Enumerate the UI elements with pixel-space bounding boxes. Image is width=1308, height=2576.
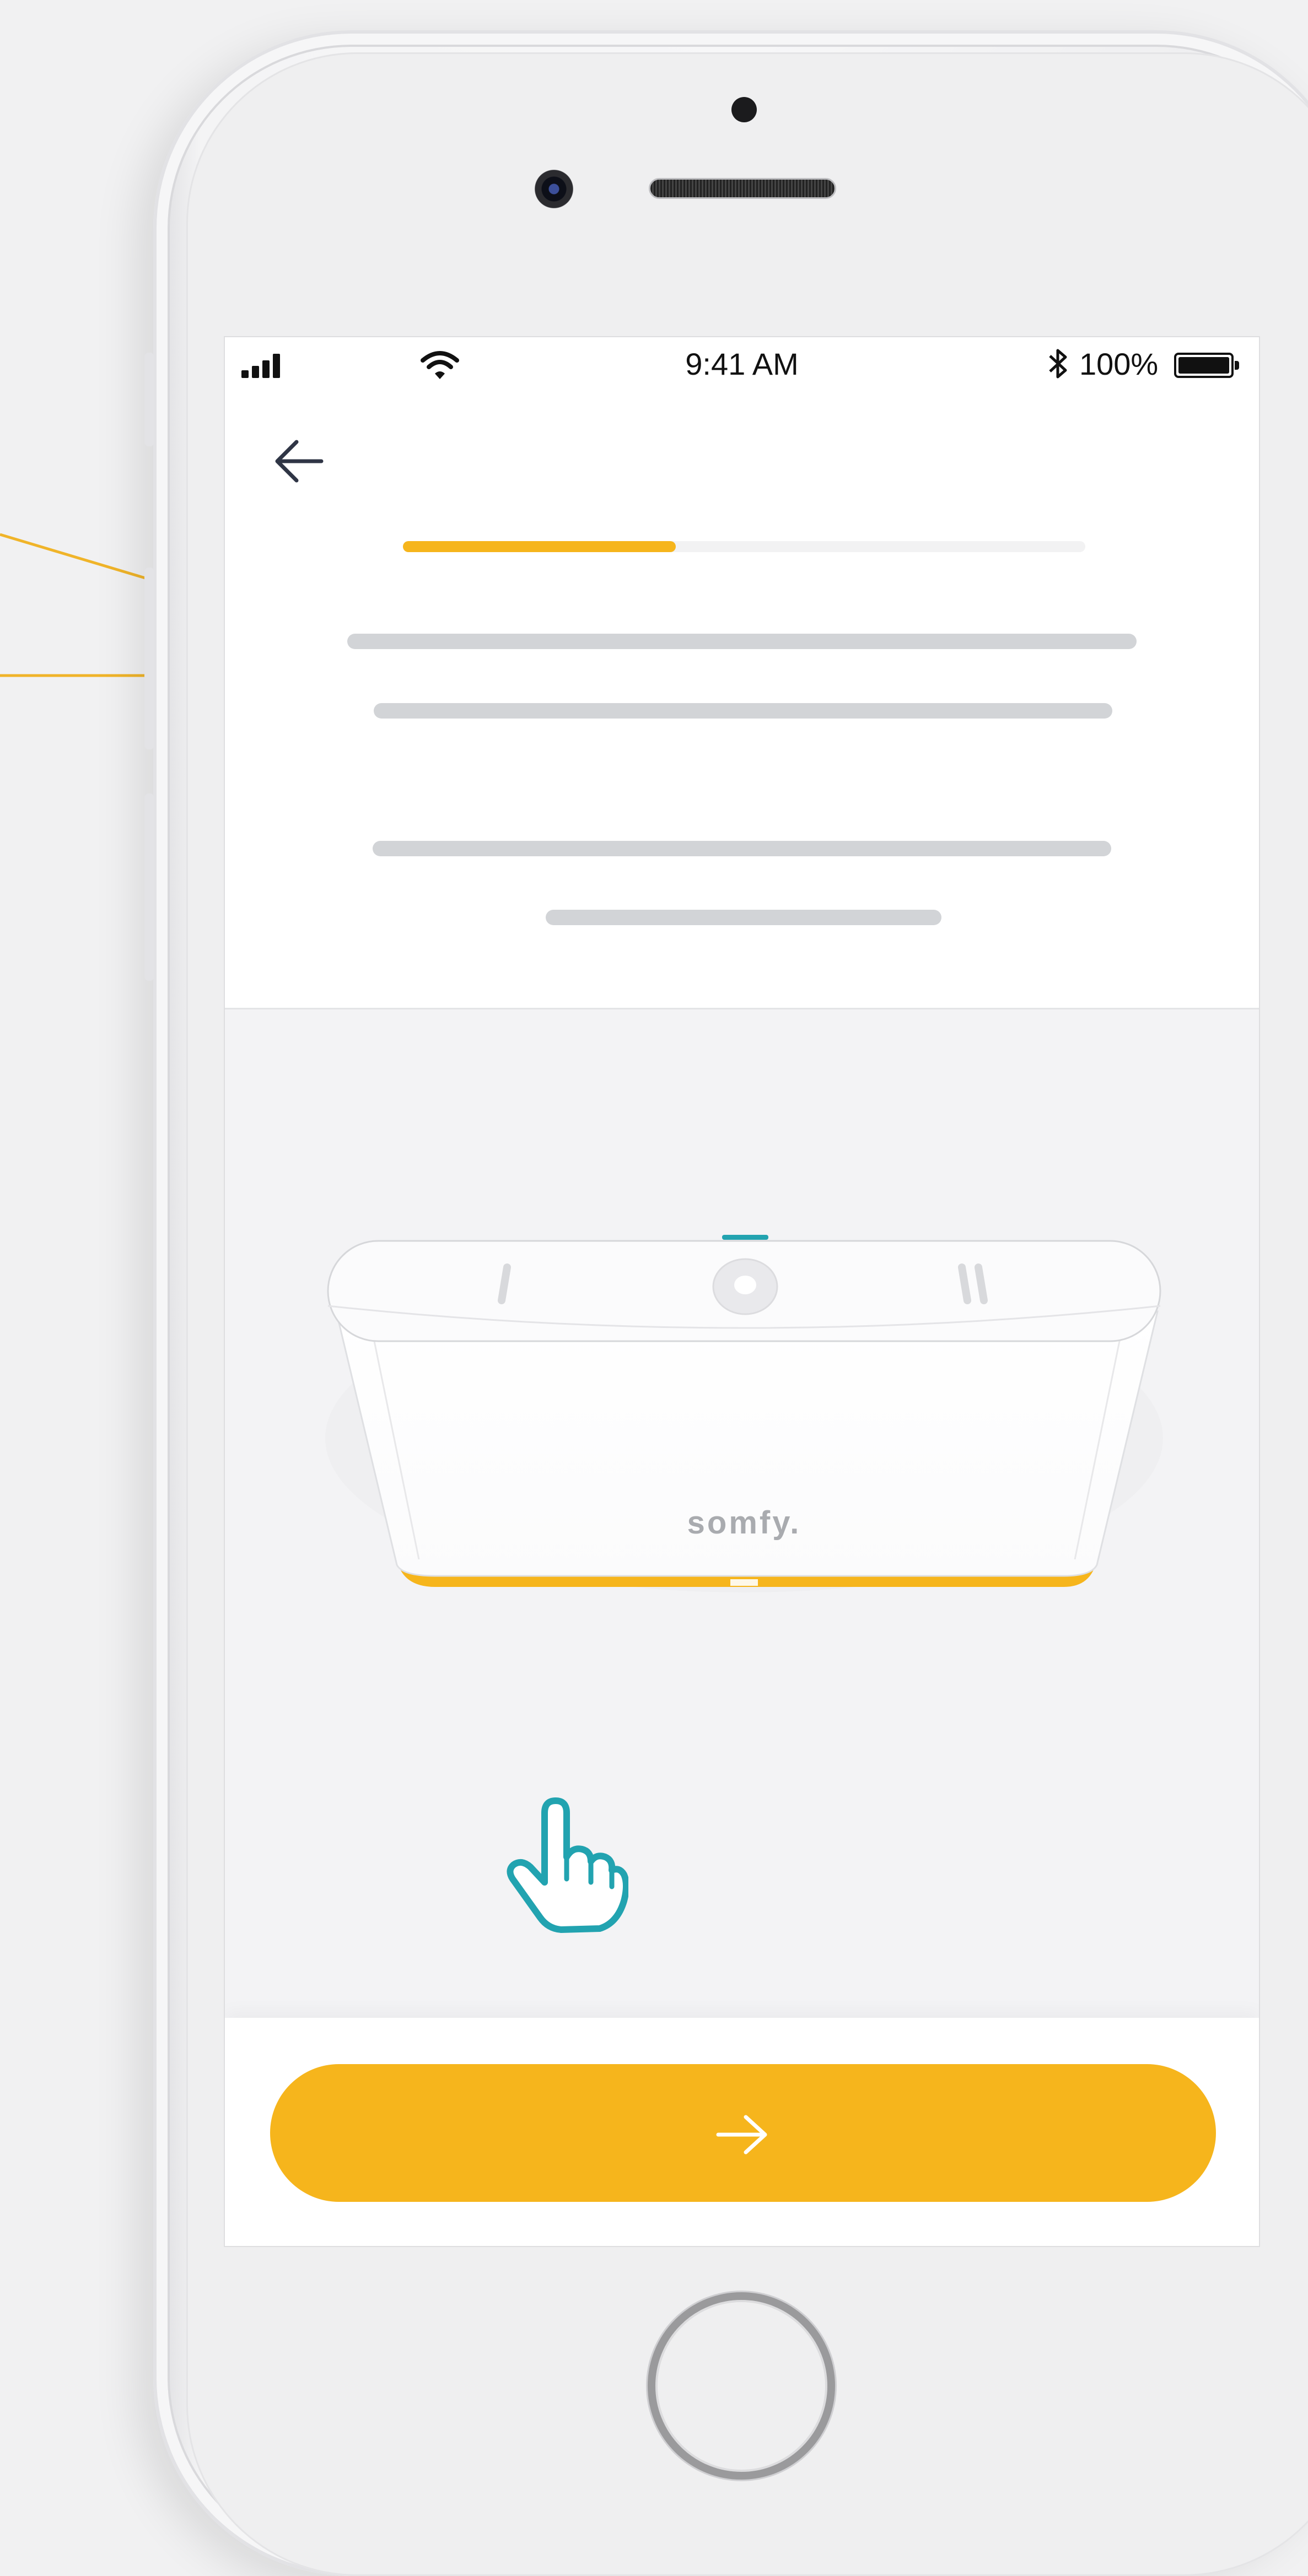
device-brand-label: somfy. xyxy=(687,1505,801,1541)
battery-percent: 100% xyxy=(1079,347,1159,381)
back-button[interactable] xyxy=(269,431,330,492)
progress-bar xyxy=(403,541,1085,552)
title-placeholder-line-2 xyxy=(374,703,1112,719)
arrow-left-icon xyxy=(275,440,324,483)
arrow-right-icon xyxy=(716,2115,767,2154)
proximity-sensor xyxy=(731,97,757,122)
volume-up-button xyxy=(144,568,154,749)
footer-bar xyxy=(225,2018,1259,2246)
status-bar: 9:41 AM 100% xyxy=(225,337,1259,392)
battery-full-icon xyxy=(1174,353,1239,378)
progress-fill xyxy=(403,541,676,552)
bluetooth-icon xyxy=(1049,349,1067,379)
next-button[interactable] xyxy=(270,2064,1216,2202)
body-placeholder-line-2 xyxy=(546,910,941,925)
volume-down-button xyxy=(144,793,154,981)
home-button[interactable] xyxy=(648,2292,835,2480)
mute-switch xyxy=(144,353,154,446)
earpiece-speaker xyxy=(649,178,836,199)
title-placeholder-line-1 xyxy=(347,634,1137,649)
front-camera xyxy=(535,170,573,208)
body-placeholder-line-1 xyxy=(373,841,1111,856)
